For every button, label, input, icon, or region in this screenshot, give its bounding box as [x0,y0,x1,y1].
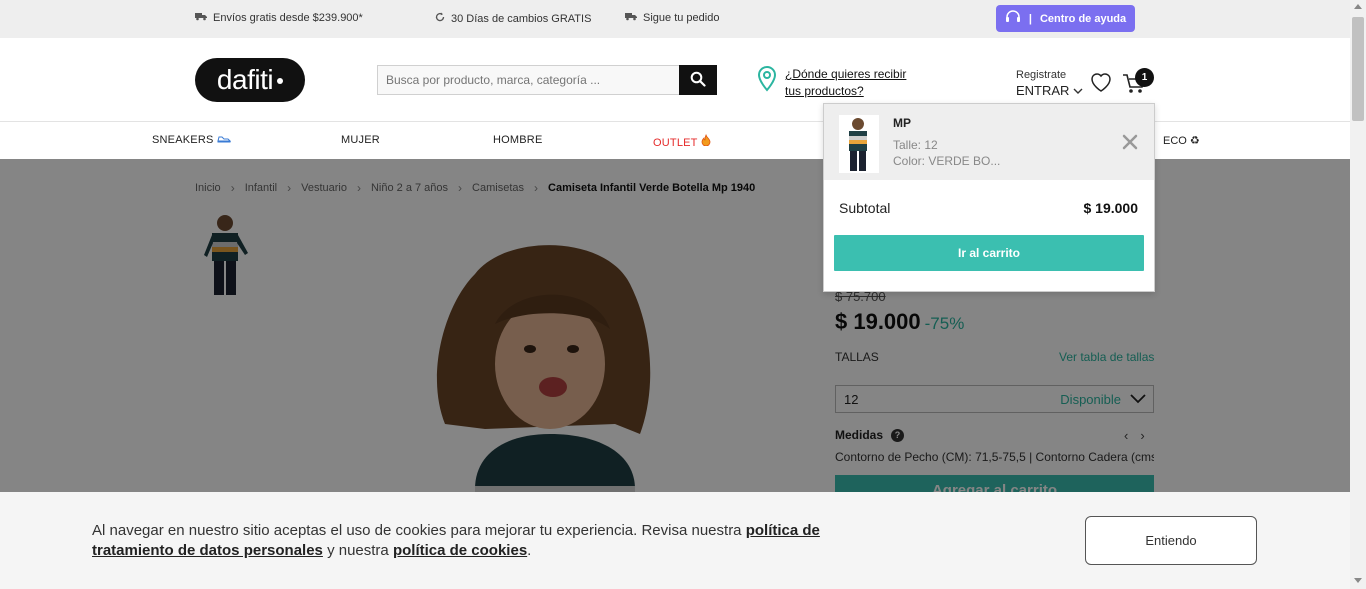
subtotal-label: Subtotal [839,200,891,216]
refresh-icon [435,12,445,25]
tracking-text: Sigue tu pedido [643,12,720,24]
cookie-message: Al navegar en nuestro sitio aceptas el u… [92,521,872,561]
truck-icon [195,12,207,24]
go-to-cart-button[interactable]: Ir al carrito [834,235,1144,271]
headset-icon [1005,10,1021,27]
cookie-text: Al navegar en nuestro sitio aceptas el u… [92,522,746,539]
scrollbar-thumb[interactable] [1352,17,1364,121]
truck-icon [625,12,637,24]
accept-cookies-button[interactable]: Entiendo [1085,516,1257,565]
cookie-policy-link[interactable]: política de cookies [393,542,527,559]
cookie-banner: Al navegar en nuestro sitio aceptas el u… [0,492,1350,589]
nav-item-sneakers[interactable]: SNEAKERS [152,134,231,146]
returns-text: 30 Días de cambios GRATIS [451,12,592,25]
search-input[interactable] [377,65,680,95]
close-icon[interactable] [1122,134,1138,153]
dafiti-logo[interactable]: dafiti [195,58,305,102]
location-pin-icon [757,65,777,100]
help-separator: | [1028,12,1032,25]
cart-count-badge: 1 [1135,68,1154,87]
search-icon [690,71,706,90]
minicart-item-size: Talle: 12 [893,138,938,152]
nav-label: SNEAKERS [152,134,214,146]
logo-text: dafiti [216,64,274,95]
top-promo-bar: Envíos gratis desde $239.900* 30 Días de… [0,0,1350,38]
minicart-item-image[interactable] [839,115,879,173]
free-shipping-text: Envíos gratis desde $239.900* [213,12,363,24]
help-center-label: Centro de ayuda [1039,12,1127,25]
fire-icon [701,133,711,149]
scroll-up-arrow-icon[interactable] [1354,4,1362,9]
cookie-text: . [527,542,532,559]
nav-label: OUTLET [653,137,698,149]
account-menu[interactable]: Registrate ENTRAR [1016,69,1083,98]
nav-item-mujer[interactable]: MUJER [341,134,380,146]
returns-notice[interactable]: 30 Días de cambios GRATIS [435,12,591,25]
wishlist-heart-icon[interactable] [1089,71,1113,96]
nav-item-hombre[interactable]: HOMBRE [493,134,542,146]
chevron-down-icon [1073,83,1083,98]
sneaker-icon [217,134,231,146]
cookie-text: y nuestra [322,542,393,559]
tracking-link[interactable]: Sigue tu pedido [625,12,719,24]
help-center-button[interactable]: | Centro de ayuda [996,5,1135,32]
minicart-item: MP Talle: 12 Color: VERDE BO... [824,104,1154,180]
delivery-location[interactable]: ¿Dónde quieres recibir tus productos? [757,65,915,100]
nav-item-eco[interactable]: ECO ♻ [1163,134,1200,147]
login-label: ENTRAR [1016,83,1070,98]
minicart-item-color: Color: VERDE BO... [893,154,1001,168]
subtotal-value: $ 19.000 [1083,200,1139,216]
location-link[interactable]: ¿Dónde quieres recibir tus productos? [785,66,915,100]
minicart-popup: MP Talle: 12 Color: VERDE BO... Subtotal… [823,103,1155,292]
minicart-item-brand: MP [893,116,911,130]
nav-item-outlet[interactable]: OUTLET [653,133,711,149]
free-shipping-notice[interactable]: Envíos gratis desde $239.900* [195,12,363,24]
scroll-down-arrow-icon[interactable] [1354,578,1362,583]
register-label: Registrate [1016,69,1067,81]
search-button[interactable] [679,65,717,95]
